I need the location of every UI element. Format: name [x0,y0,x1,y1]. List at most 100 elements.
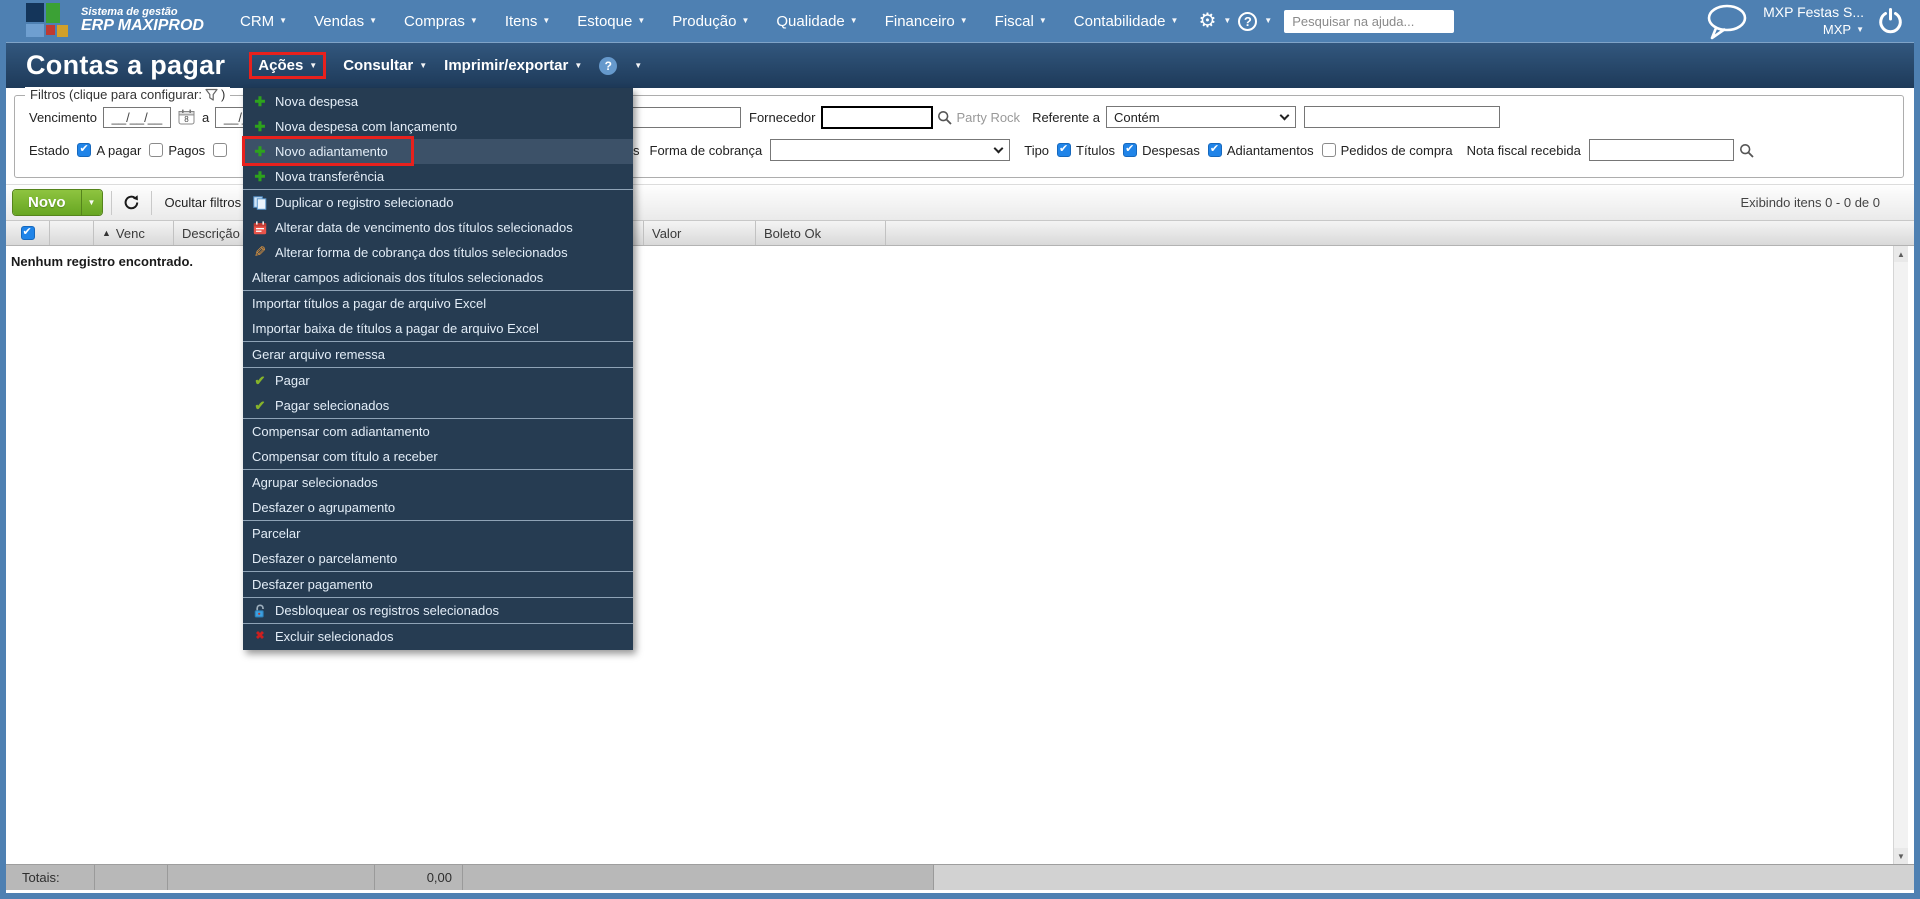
referente-input[interactable] [1304,106,1500,128]
novo-dropdown-toggle[interactable]: ▼ [80,190,102,215]
logo-name: ERP MAXIPROD [81,17,204,35]
fornecedor-search-icon[interactable] [937,110,953,125]
app-logo[interactable]: Sistema de gestão ERP MAXIPROD [26,3,204,39]
gear-icon[interactable]: ⚙ [1198,11,1216,31]
adiantamentos-checkbox[interactable] [1207,142,1222,157]
menu-item-alterar-data-vencimento[interactable]: Alterar data de vencimento dos títulos s… [243,215,633,240]
menu-consultar[interactable]: Consultar ▼ [343,57,427,74]
chat-bubble-icon[interactable] [1704,3,1750,40]
menu-item-desfazer-agrupamento[interactable]: Desfazer o agrupamento [243,495,633,520]
nav-compras[interactable]: Compras ▼ [404,13,478,30]
toolbar-separator [150,190,152,215]
pedidos-compra-checkbox[interactable] [1321,143,1336,157]
menu-item-pagar[interactable]: ✔ Pagar [243,368,633,393]
nav-crm[interactable]: CRM ▼ [240,13,287,30]
menu-imprimir-exportar[interactable]: Imprimir/exportar ▼ [444,57,582,74]
help-chevron-icon[interactable]: ▼ [634,61,642,70]
scroll-down-icon[interactable]: ▼ [1894,848,1908,864]
vencimento-from-input[interactable] [102,106,171,128]
menu-item-desfazer-pagamento[interactable]: Desfazer pagamento [243,572,633,597]
nav-producao[interactable]: Produção ▼ [672,13,749,30]
help-menu-chevron-icon[interactable]: ▼ [1264,17,1272,25]
column-header-valor[interactable]: Valor [644,221,756,245]
estado-label: Estado [29,142,70,158]
menu-item-pagar-selecionados[interactable]: ✔ Pagar selecionados [243,393,633,418]
menu-item-desfazer-parcelamento[interactable]: Desfazer o parcelamento [243,546,633,571]
menu-acoes[interactable]: Ações ▼ [258,57,317,74]
nota-fiscal-input[interactable] [1588,139,1734,161]
nav-fiscal[interactable]: Fiscal ▼ [995,13,1047,30]
totals-cell [168,865,375,890]
menu-item-agrupar-selecionados[interactable]: Agrupar selecionados [243,470,633,495]
menu-item-duplicar-registro[interactable]: Duplicar o registro selecionado [243,190,633,215]
nav-qualidade[interactable]: Qualidade ▼ [776,13,857,30]
toolbar-separator [110,190,112,215]
nav-estoque[interactable]: Estoque ▼ [577,13,645,30]
vencimento-label: Vencimento [29,109,97,125]
chevron-down-icon: ▼ [741,16,750,25]
gear-menu-chevron-icon[interactable]: ▼ [1223,17,1231,25]
filters-legend[interactable]: Filtros (clique para configurar: ) [25,87,231,102]
menu-item-nova-despesa[interactable]: ✚ Nova despesa [243,89,633,114]
titulos-checkbox[interactable] [1057,142,1072,157]
menu-item-parcelar[interactable]: Parcelar [243,521,633,546]
pagos-checkbox[interactable] [149,143,164,157]
menu-item-excluir-selecionados[interactable]: ✖ Excluir selecionados [243,624,633,649]
calendar-icon [252,220,268,235]
chevron-down-icon: ▼ [419,60,428,70]
nota-fiscal-search-icon[interactable] [1739,143,1754,158]
fornecedor-input[interactable] [821,105,934,129]
menu-item-nova-despesa-com-lancamento[interactable]: ✚ Nova despesa com lançamento [243,114,633,139]
forma-cobranca-select[interactable] [770,139,1011,161]
a-pagar-checkbox[interactable] [77,142,92,157]
chevron-down-icon: ▼ [87,197,96,207]
nav-itens[interactable]: Itens ▼ [505,13,550,30]
fornecedor-label: Fornecedor [749,109,816,125]
page-menus: Ações ▼ Consultar ▼ Imprimir/exportar ▼ … [249,52,642,79]
despesas-checkbox[interactable] [1123,142,1138,157]
company-name: MXP Festas S... [1763,4,1864,21]
menu-item-desbloquear-registros[interactable]: Desbloquear os registros selecionados [243,598,633,623]
menu-item-alterar-forma-cobranca[interactable]: ✎ Alterar forma de cobrança dos títulos … [243,240,633,265]
account-info: MXP Festas S... MXP ▼ [1763,3,1864,38]
annotation-highlight-acoes: Ações ▼ [249,52,327,79]
menu-item-gerar-arquivo-remessa[interactable]: Gerar arquivo remessa [243,342,633,367]
page-help-icon[interactable]: ? [599,56,618,75]
vertical-scrollbar[interactable]: ▲ ▼ [1893,246,1908,864]
refresh-button[interactable] [120,194,143,211]
menu-item-novo-adiantamento[interactable]: ✚ Novo adiantamento [243,139,633,164]
items-count-status: Exibindo itens 0 - 0 de 0 [1740,195,1880,210]
power-icon[interactable] [1877,7,1904,35]
help-icon[interactable]: ? [1238,11,1258,31]
column-header-boleto-ok[interactable]: Boleto Ok [756,221,886,245]
ocultar-filtros-button[interactable]: Ocultar filtros [160,195,247,210]
help-search-input[interactable] [1284,9,1455,33]
totals-cell [463,865,934,890]
plus-icon: ✚ [254,94,266,109]
calendar-picker-icon[interactable]: 8 [177,108,196,126]
chevron-down-icon: ▼ [309,60,318,70]
select-all-checkbox[interactable] [20,225,35,240]
nav-contabilidade[interactable]: Contabilidade ▼ [1074,13,1179,30]
menu-item-compensar-titulo-receber[interactable]: Compensar com título a receber [243,444,633,469]
logo-mark-icon [26,3,72,39]
top-icons: ⚙ ▼ ? ▼ [1198,11,1272,31]
referente-label: Referente a [1032,109,1100,125]
referente-select[interactable]: Contém [1106,106,1296,128]
menu-item-importar-baixa[interactable]: Importar baixa de títulos a pagar de arq… [243,316,633,341]
user-menu[interactable]: MXP ▼ [1763,22,1864,39]
scroll-up-icon[interactable]: ▲ [1894,246,1908,262]
tipo-despesas: Despesas [1123,142,1200,158]
estado-pagos: Pagos [149,143,205,158]
novo-button[interactable]: Novo ▼ [12,189,103,216]
column-header-flags[interactable] [50,221,94,245]
chevron-down-icon: ▼ [1170,16,1179,25]
fornecedor-hint: Party Rock [956,109,1021,125]
nav-financeiro[interactable]: Financeiro ▼ [885,13,968,30]
menu-item-importar-titulos[interactable]: Importar títulos a pagar de arquivo Exce… [243,291,633,316]
menu-item-alterar-campos-adicionais[interactable]: Alterar campos adicionais dos títulos se… [243,265,633,290]
column-header-venc[interactable]: ▲ Venc [94,221,174,245]
menu-item-compensar-adiantamento[interactable]: Compensar com adiantamento [243,419,633,444]
menu-item-nova-transferencia[interactable]: ✚ Nova transferência [243,164,633,189]
nav-vendas[interactable]: Vendas ▼ [314,13,377,30]
